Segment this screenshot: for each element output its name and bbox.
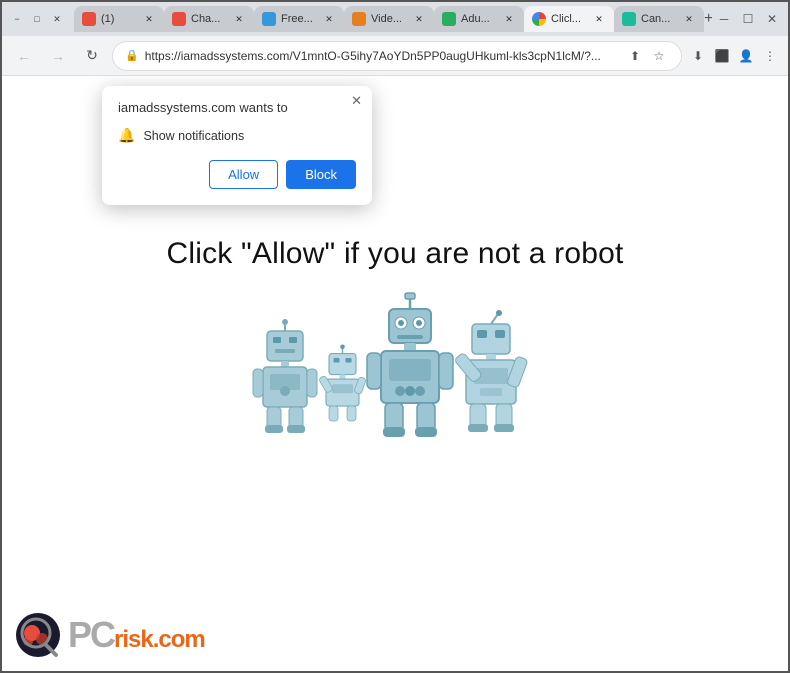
- address-bar: ← → ↻ 🔒 https://iamadssystems.com/V1mntO…: [2, 36, 788, 76]
- address-input-wrap[interactable]: 🔒 https://iamadssystems.com/V1mntO-G5ihy…: [112, 41, 682, 71]
- tab-label-1: (1): [101, 13, 137, 25]
- brand-risk: risk: [114, 626, 153, 653]
- tab-label-5: Adu...: [461, 13, 497, 25]
- popup-buttons: Allow Block: [118, 160, 356, 189]
- address-url: https://iamadssystems.com/V1mntO-G5ihy7A…: [145, 49, 619, 63]
- brand-logo-icon: [14, 611, 62, 659]
- brand-name: PCrisk.com: [68, 614, 205, 656]
- tab-close-3[interactable]: ✕: [322, 12, 336, 26]
- brand-footer: PCrisk.com: [14, 611, 205, 659]
- brand-domain: .com: [153, 626, 205, 653]
- tab-label-7: Can...: [641, 13, 677, 25]
- tab-close-5[interactable]: ✕: [502, 12, 516, 26]
- tab-favicon-3: [262, 12, 276, 26]
- toolbar-right: ⬇ ⬛ 👤 ⋮: [688, 46, 780, 66]
- tab-favicon-7: [622, 12, 636, 26]
- tab-close-4[interactable]: ✕: [412, 12, 426, 26]
- titlebar-maximize-icon[interactable]: ☐: [740, 11, 756, 27]
- tabs-bar: (1) ✕ Cha... ✕ Free... ✕ Vide... ✕: [74, 6, 712, 32]
- tab-favicon-5: [442, 12, 456, 26]
- tab-close-1[interactable]: ✕: [142, 12, 156, 26]
- tab-6-active[interactable]: Clicl... ✕: [524, 6, 614, 32]
- tab-label-4: Vide...: [371, 13, 407, 25]
- share-icon[interactable]: ⬆: [625, 46, 645, 66]
- menu-icon[interactable]: ⋮: [760, 46, 780, 66]
- page-content: ✕ iamadssystems.com wants to 🔔 Show noti…: [2, 76, 788, 671]
- allow-button[interactable]: Allow: [209, 160, 278, 189]
- tab-favicon-1: [82, 12, 96, 26]
- bookmark-icon[interactable]: ☆: [649, 46, 669, 66]
- page-heading: Click "Allow" if you are not a robot: [166, 237, 623, 271]
- tab-3[interactable]: Free... ✕: [254, 6, 344, 32]
- tab-label-3: Free...: [281, 13, 317, 25]
- minimize-button[interactable]: −: [10, 12, 24, 26]
- brand-pc: PC: [68, 614, 114, 655]
- extension-icon[interactable]: ⬛: [712, 46, 732, 66]
- tab-close-7[interactable]: ✕: [682, 12, 696, 26]
- bell-icon: 🔔: [118, 127, 135, 144]
- forward-button[interactable]: →: [44, 42, 72, 70]
- tab-close-6[interactable]: ✕: [592, 12, 606, 26]
- popup-description: Show notifications: [143, 129, 244, 143]
- address-right-icons: ⬆ ☆: [625, 46, 669, 66]
- tab-label-2: Cha...: [191, 13, 227, 25]
- popup-notification-row: 🔔 Show notifications: [118, 127, 356, 144]
- tab-5[interactable]: Adu... ✕: [434, 6, 524, 32]
- tab-close-2[interactable]: ✕: [232, 12, 246, 26]
- tab-favicon-2: [172, 12, 186, 26]
- tab-2[interactable]: Cha... ✕: [164, 6, 254, 32]
- title-bar-right: ─ ☐ ✕: [716, 11, 780, 27]
- robots-illustration: [235, 291, 555, 451]
- titlebar-minimize-icon[interactable]: ─: [716, 11, 732, 27]
- close-button[interactable]: ✕: [50, 12, 64, 26]
- maximize-button[interactable]: □: [30, 12, 44, 26]
- titlebar-close-icon[interactable]: ✕: [764, 11, 780, 27]
- tab-1[interactable]: (1) ✕: [74, 6, 164, 32]
- reload-button[interactable]: ↻: [78, 42, 106, 70]
- block-button[interactable]: Block: [286, 160, 356, 189]
- lock-icon: 🔒: [125, 49, 139, 62]
- profile-icon[interactable]: 👤: [736, 46, 756, 66]
- new-tab-button[interactable]: +: [704, 6, 712, 32]
- title-bar: − □ ✕ (1) ✕ Cha... ✕ Free... ✕: [2, 2, 788, 36]
- tab-7[interactable]: Can... ✕: [614, 6, 704, 32]
- popup-title: iamadssystems.com wants to: [118, 100, 356, 115]
- tab-label-6: Clicl...: [551, 13, 587, 25]
- tab-4[interactable]: Vide... ✕: [344, 6, 434, 32]
- window-controls: − □ ✕: [10, 12, 64, 26]
- popup-close-button[interactable]: ✕: [351, 94, 362, 107]
- tab-favicon-6: [532, 12, 546, 26]
- tab-favicon-4: [352, 12, 366, 26]
- notification-popup: ✕ iamadssystems.com wants to 🔔 Show noti…: [102, 86, 372, 205]
- download-icon[interactable]: ⬇: [688, 46, 708, 66]
- browser-window: − □ ✕ (1) ✕ Cha... ✕ Free... ✕: [0, 0, 790, 673]
- back-button[interactable]: ←: [10, 42, 38, 70]
